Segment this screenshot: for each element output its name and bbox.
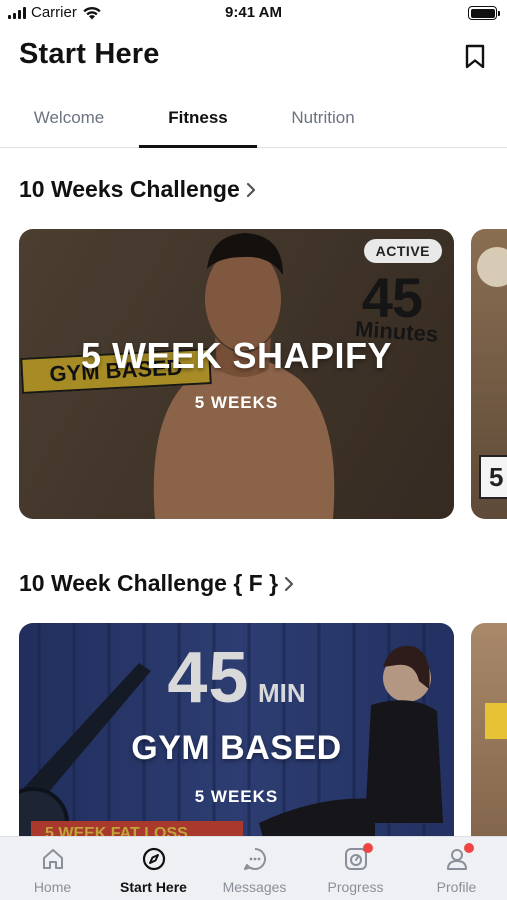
- progress-icon-wrap: [342, 843, 373, 873]
- tabbar-label: Progress: [327, 879, 384, 895]
- active-tab-indicator: [139, 145, 257, 148]
- program-card-peek[interactable]: 5: [471, 229, 507, 519]
- section-title-10-weeks-challenge[interactable]: 10 Weeks Challenge: [19, 176, 256, 203]
- tabbar-home[interactable]: Home: [2, 845, 103, 895]
- status-time: 9:41 AM: [225, 4, 282, 21]
- page-title: Start Here: [19, 38, 160, 70]
- duration-unit: MIN: [257, 678, 306, 708]
- tab-fitness[interactable]: Fitness: [139, 108, 257, 128]
- card-title: GYM BASED: [131, 729, 342, 767]
- tabbar-label: Messages: [222, 879, 287, 895]
- tabbar-label: Profile: [436, 879, 477, 895]
- tabbar-label: Home: [33, 879, 72, 895]
- peek-label-box: 5: [479, 455, 507, 499]
- tab-nutrition[interactable]: Nutrition: [264, 108, 382, 128]
- messages-icon: [243, 848, 266, 870]
- section-title-label: 10 Weeks Challenge: [19, 176, 240, 202]
- peek-text: 5: [489, 462, 504, 492]
- section-title-label: 10 Week Challenge { F }: [19, 570, 279, 596]
- bottom-tab-bar: Home Start Here Messages Progress Profil…: [0, 836, 507, 900]
- home-icon: [42, 849, 63, 869]
- profile-icon-wrap: [443, 843, 474, 873]
- status-bar: Carrier 9:41 AM: [0, 0, 507, 26]
- peek-decoration: [477, 247, 507, 287]
- section-title-10-week-challenge-f[interactable]: 10 Week Challenge { F }: [19, 570, 294, 597]
- top-tabs: Welcome Fitness Nutrition: [0, 92, 507, 148]
- duration-label: 45 MIN: [19, 637, 454, 719]
- chevron-right-icon: [284, 576, 294, 591]
- notification-dot: [463, 843, 474, 853]
- card-subtitle: 5 WEEKS: [194, 787, 279, 806]
- status-badge: ACTIVE: [363, 239, 442, 263]
- bookmark-icon[interactable]: [465, 44, 485, 69]
- peek-decoration: [485, 703, 507, 739]
- tab-welcome[interactable]: Welcome: [10, 108, 128, 128]
- program-card-5-week-shapify[interactable]: GYM BASED 45 Minutes ACTIVE 5 WEEK SHAPI…: [19, 229, 454, 519]
- duration-number: 45: [167, 638, 250, 718]
- card-subtitle: 5 WEEKS: [194, 393, 279, 412]
- battery-icon: [468, 6, 500, 20]
- tabbar-profile[interactable]: Profile: [406, 843, 507, 895]
- notification-dot: [362, 843, 373, 853]
- card-title: 5 WEEK SHAPIFY: [80, 335, 393, 376]
- chevron-right-icon: [246, 182, 255, 197]
- tabbar-messages[interactable]: Messages: [204, 845, 305, 895]
- compass-icon: [142, 847, 165, 871]
- tabbar-progress[interactable]: Progress: [305, 843, 406, 895]
- tabbar-label: Start Here: [120, 879, 187, 895]
- tabbar-start-here[interactable]: Start Here: [103, 845, 204, 895]
